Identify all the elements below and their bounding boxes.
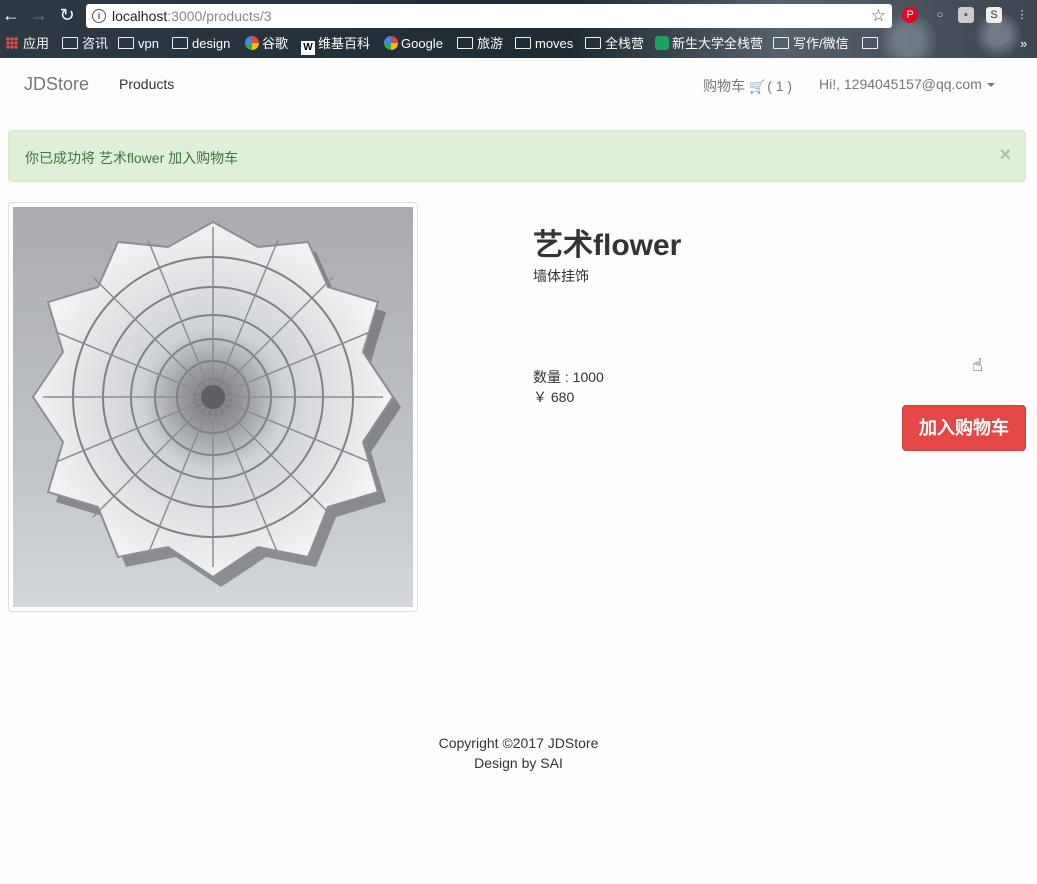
close-icon[interactable]: × — [999, 145, 1011, 165]
reload-icon: ↻ — [59, 5, 75, 25]
folder-icon — [773, 37, 789, 49]
wikipedia-icon: W — [301, 41, 315, 55]
folder-icon — [585, 37, 601, 49]
url-path: :3000/products/3 — [167, 8, 272, 24]
bookmark-label: 谷歌 — [262, 36, 289, 51]
bookmark-folder[interactable]: 旅游 — [457, 36, 503, 52]
extension-circle-icon[interactable]: ○ — [932, 7, 948, 23]
bookmark-apps[interactable]: 应用 — [6, 36, 49, 52]
folder-icon — [862, 37, 878, 49]
flower-artwork — [31, 220, 401, 587]
bookmark-label: design — [192, 36, 231, 51]
user-dropdown[interactable]: Hi!, 1294045157@qq.com — [819, 76, 995, 92]
bookmark-label: 写作/微信 — [793, 36, 849, 51]
nav-products-link[interactable]: Products — [119, 76, 174, 92]
bookmark-folder[interactable]: 全栈营 — [585, 36, 644, 52]
extension-icon[interactable]: ▪ — [958, 7, 974, 23]
cart-label: 购物车 — [703, 78, 745, 94]
bookmark-folder[interactable]: design — [172, 36, 230, 52]
folder-icon — [118, 37, 134, 49]
bookmark-star-icon[interactable]: ☆ — [871, 4, 886, 28]
url-host: localhost — [112, 8, 168, 24]
folder-icon — [172, 37, 188, 49]
product-title: 艺术flower — [533, 229, 682, 262]
bookmarks-overflow-icon[interactable]: » — [1020, 36, 1027, 52]
address-bar[interactable]: i localhost:3000/products/3 ☆ — [86, 4, 892, 28]
folder-icon — [62, 37, 78, 49]
success-alert: 你已成功将 艺术flower 加入购物车 × — [8, 130, 1026, 182]
product-description: 墙体挂饰 — [533, 268, 589, 284]
product-quantity: 数量 : 1000 — [533, 369, 604, 385]
browser-chrome: ← → ↻ i localhost:3000/products/3 ☆ P ○ … — [0, 0, 1037, 58]
bookmark-label: vpn — [138, 36, 159, 51]
bookmark-google[interactable]: Google — [384, 36, 443, 52]
alert-message: 你已成功将 艺术flower 加入购物车 — [25, 150, 239, 166]
site-navbar: JDStore Products 购物车 🛒( 1 ) Hi!, 12940451… — [0, 58, 1037, 110]
bookmark-label: 应用 — [23, 36, 50, 51]
forward-button[interactable]: → — [28, 4, 50, 26]
bookmark-google-cn[interactable]: 谷歌 — [245, 36, 288, 52]
add-to-cart-button[interactable]: 加入购物车 — [902, 405, 1026, 451]
bookmark-label: 维基百科 — [318, 36, 371, 51]
product-image — [13, 207, 413, 607]
bookmark-label: 新生大学全栈营 — [672, 36, 764, 51]
arrow-left-icon: ← — [2, 5, 20, 25]
menu-dots-icon[interactable]: ⋮ — [1014, 7, 1030, 23]
bookmark-label: 全栈营 — [605, 36, 645, 51]
product-image-frame — [8, 202, 418, 612]
google-icon — [245, 36, 259, 50]
user-greeting: Hi!, 1294045157@qq.com — [819, 76, 982, 92]
nav-cart-link[interactable]: 购物车 🛒( 1 ) — [703, 76, 792, 96]
url-text[interactable]: localhost:3000/products/3 — [112, 4, 272, 28]
footer: Copyright ©2017 JDStore Design by SAI — [0, 733, 1037, 773]
folder-icon — [515, 37, 531, 49]
bookmark-label: 咨讯 — [82, 36, 109, 51]
reload-button[interactable]: ↻ — [56, 4, 78, 26]
arrow-right-icon: → — [30, 5, 48, 25]
apps-icon — [6, 37, 18, 49]
bookmark-wikipedia[interactable]: W 维基百科 — [301, 36, 371, 55]
brand-link[interactable]: JDStore — [24, 74, 89, 95]
caret-down-icon — [986, 83, 995, 87]
cart-count: ( 1 ) — [767, 78, 793, 94]
footer-copyright: Copyright ©2017 JDStore — [438, 735, 599, 751]
bookmark-folder[interactable]: 咨讯 — [62, 36, 108, 52]
bookmark-folder[interactable]: vpn — [118, 36, 159, 52]
product-price: ￥ 680 — [533, 389, 575, 405]
hand-cursor-icon: ☝ — [972, 355, 983, 375]
back-button[interactable]: ← — [0, 4, 22, 26]
bookmarks-bar: 应用 咨讯 vpn design 谷歌 W 维基百科 Google 旅游 move… — [0, 32, 1037, 56]
pinterest-icon[interactable]: P — [902, 7, 918, 23]
bookmark-icon — [655, 36, 669, 50]
bookmark-label: Google — [401, 36, 443, 51]
bookmark-folder[interactable] — [862, 36, 882, 52]
bookmark-label: moves — [535, 36, 574, 51]
folder-icon — [457, 37, 473, 49]
extension-s-icon[interactable]: S — [986, 7, 1002, 23]
footer-design-credit: Design by SAI — [474, 755, 563, 771]
info-icon[interactable]: i — [92, 9, 106, 23]
google-icon — [384, 36, 398, 50]
bookmark-folder[interactable]: moves — [515, 36, 573, 52]
bookmark-label: 旅游 — [477, 36, 504, 51]
bookmark-folder[interactable]: 写作/微信 — [773, 36, 849, 52]
bookmark-quanzhanying[interactable]: 新生大学全栈营 — [655, 36, 763, 52]
shopping-cart-icon: 🛒 — [749, 79, 766, 94]
